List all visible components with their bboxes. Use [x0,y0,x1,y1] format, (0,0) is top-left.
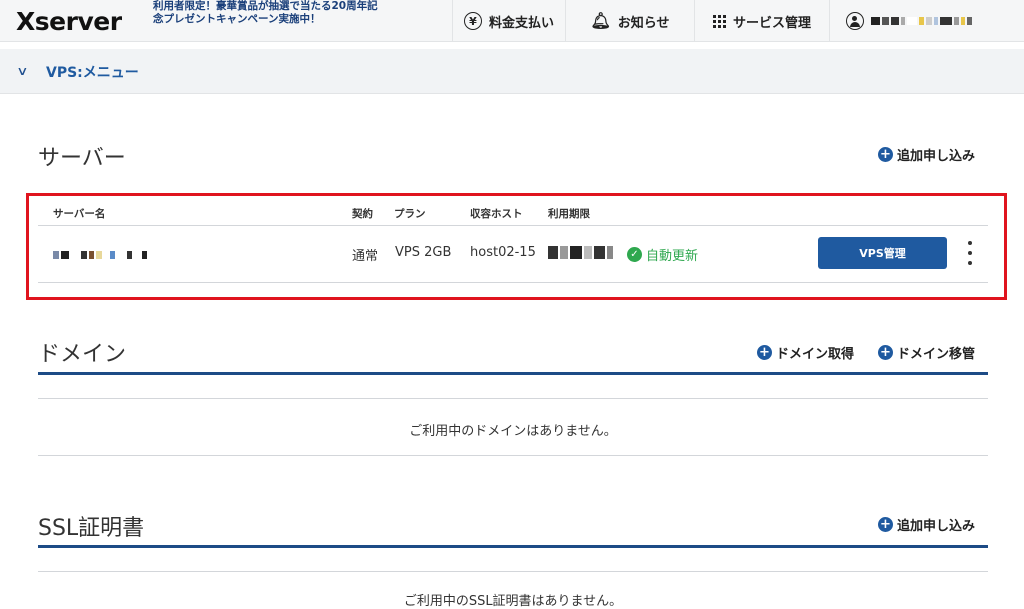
domain-bottom-divider [38,455,988,456]
ssl-section-rule [38,545,988,548]
payment-nav-button[interactable]: ¥ 料金支払い [452,0,565,42]
domain-acquire-label: ドメイン取得 [776,347,855,362]
user-icon [846,12,864,30]
xserver-logo[interactable]: Xserver [16,7,122,36]
grid-icon [712,14,726,28]
vps-menu-label: VPS:メニュー [46,65,139,81]
services-label: サービス管理 [732,15,811,31]
domain-section-title: ドメイン [38,342,127,367]
vps-manage-button[interactable]: VPS管理 [818,237,947,269]
payment-label: 料金支払い [488,15,554,31]
server-contract: 通常 [352,249,379,264]
auto-renew-label: 自動更新 [646,249,699,264]
server-host: host02-15 [470,245,536,260]
server-expiry-redacted [548,246,613,259]
plus-circle-icon: + [878,517,893,532]
table-header-divider [38,225,988,226]
check-circle-icon: ✓ [627,247,642,262]
plus-circle-icon: + [757,345,772,360]
col-server-name: サーバー名 [53,208,106,220]
table-row-divider [38,282,988,283]
col-plan: プラン [394,208,426,220]
ssl-header-divider [38,571,988,572]
services-nav-button[interactable]: サービス管理 [694,0,829,42]
vps-menu-toggle[interactable]: ∨ VPS:メニュー [0,49,1024,94]
server-section-title: サーバー [38,146,126,171]
yen-icon: ¥ [463,12,482,30]
domain-empty-message: ご利用中のドメインはありません。 [409,424,617,439]
server-add-label: 追加申し込み [897,149,976,164]
notice-nav-button[interactable]: 🔔︎ お知らせ [565,0,694,42]
domain-acquire-link[interactable]: + ドメイン取得 [757,343,854,362]
notice-label: お知らせ [617,15,670,31]
bell-icon: 🔔︎ [590,11,611,30]
auto-renew-status: ✓ 自動更新 [627,245,698,264]
more-options-icon[interactable] [966,241,974,265]
ssl-add-link[interactable]: + 追加申し込み [878,515,975,534]
server-add-link[interactable]: + 追加申し込み [878,145,975,164]
top-header: Xserver 利用者限定！豪華賞品が抽選で当たる20周年記念プレゼントキャンペ… [0,0,1024,42]
col-expiry: 利用期限 [548,208,590,220]
account-name-redacted [871,17,972,25]
domain-header-divider [38,398,988,399]
chevron-down-icon: ∨ [16,64,29,78]
plus-circle-icon: + [878,147,893,162]
campaign-banner-link[interactable]: 利用者限定！豪華賞品が抽選で当たる20周年記念プレゼントキャンペーン実施中！ [153,0,383,26]
ssl-add-label: 追加申し込み [897,519,976,534]
domain-transfer-label: ドメイン移管 [897,347,976,362]
account-nav-button[interactable] [829,0,1024,42]
domain-transfer-link[interactable]: + ドメイン移管 [878,343,975,362]
domain-section-rule [38,372,988,375]
col-contract: 契約 [352,208,373,220]
col-host: 収容ホスト [470,208,523,220]
server-plan: VPS 2GB [395,245,452,260]
plus-circle-icon: + [878,345,893,360]
server-name-redacted[interactable] [53,251,147,259]
ssl-section-title: SSL証明書 [38,516,145,541]
